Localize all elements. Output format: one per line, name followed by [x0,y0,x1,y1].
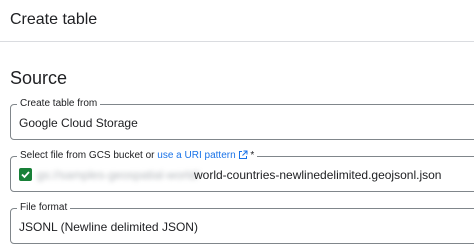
gcs-file-input[interactable]: Select file from GCS bucket or use a URI… [10,150,474,192]
create-table-from-value: Google Cloud Storage [19,116,138,130]
required-marker: * [247,150,255,161]
redacted-bucket-path: gs://samples-geospatial-world/ [37,168,200,182]
file-format-select[interactable]: File format JSONL (Newline delimited JSO… [10,202,474,244]
gcs-file-label-text: Select file from GCS bucket or [20,150,158,161]
create-table-from-label: Create table from [17,98,101,110]
uri-pattern-link[interactable]: use a URI pattern [157,150,235,161]
external-link-icon[interactable] [238,150,248,164]
create-table-from-select[interactable]: Create table from Google Cloud Storage [10,98,474,140]
file-format-value: JSONL (Newline delimited JSON) [19,220,198,234]
dialog-header: Create table [0,0,474,42]
file-format-label: File format [17,202,71,214]
gcs-file-name: world-countries-newlinedelimited.geojson… [194,168,442,182]
section-title-source: Source [10,68,68,88]
checkmark-icon [19,168,32,181]
gcs-file-label: Select file from GCS bucket or use a URI… [17,150,258,164]
page-title: Create table [10,11,98,28]
